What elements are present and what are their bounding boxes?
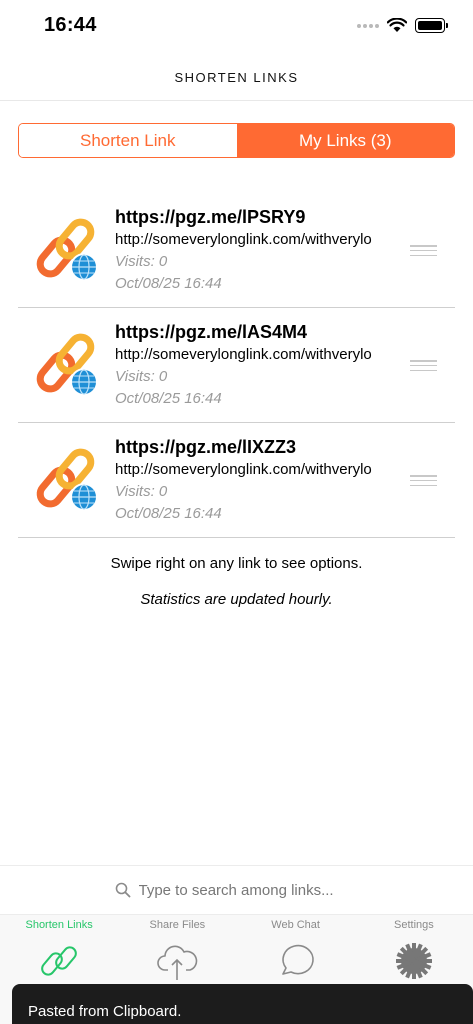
chat-bubble-icon bbox=[281, 944, 314, 975]
created-date: Oct/08/25 16:44 bbox=[115, 390, 222, 407]
chain-link-globe-icon bbox=[36, 448, 98, 511]
long-url: http://someverylonglink.com/withverylo bbox=[115, 346, 372, 363]
tab-label: Settings bbox=[394, 919, 434, 931]
segment-my-links[interactable]: My Links (3) bbox=[236, 124, 454, 157]
link-row[interactable]: https://pgz.me/lIXZZ3 http://someverylon… bbox=[18, 423, 455, 538]
visit-count: Visits: 0 bbox=[115, 483, 168, 500]
link-icon bbox=[41, 946, 77, 976]
nav-divider bbox=[0, 100, 473, 101]
tab-label: Share Files bbox=[149, 919, 206, 931]
status-icons bbox=[357, 18, 448, 33]
swipe-hint: Swipe right on any link to see options. bbox=[110, 555, 363, 572]
chain-link-globe-icon bbox=[36, 218, 98, 281]
link-details: https://pgz.me/lAS4M4 http://someverylon… bbox=[115, 320, 395, 410]
link-details: https://pgz.me/lPSRY9 http://someverylon… bbox=[115, 205, 395, 295]
link-list: https://pgz.me/lPSRY9 http://someverylon… bbox=[18, 193, 455, 538]
statistics-note: Statistics are updated hourly. bbox=[140, 591, 333, 608]
toast-message: Pasted from Clipboard. bbox=[28, 1003, 182, 1020]
gear-icon bbox=[395, 943, 432, 979]
short-url[interactable]: https://pgz.me/lIXZZ3 bbox=[115, 435, 395, 459]
search-bar bbox=[0, 865, 473, 915]
segmented-control: Shorten Link My Links (3) bbox=[18, 123, 455, 158]
created-date: Oct/08/25 16:44 bbox=[115, 275, 222, 292]
visit-count: Visits: 0 bbox=[115, 253, 168, 270]
short-url[interactable]: https://pgz.me/lAS4M4 bbox=[115, 320, 395, 344]
tab-label: Shorten Links bbox=[25, 919, 93, 931]
long-url: http://someverylonglink.com/withverylo bbox=[115, 461, 372, 478]
tab-label: Web Chat bbox=[271, 919, 320, 931]
segment-shorten-link[interactable]: Shorten Link bbox=[19, 124, 237, 157]
created-date: Oct/08/25 16:44 bbox=[115, 505, 222, 522]
battery-icon bbox=[415, 18, 448, 33]
link-details: https://pgz.me/lIXZZ3 http://someverylon… bbox=[115, 435, 395, 525]
long-url: http://someverylonglink.com/withverylo bbox=[115, 231, 372, 248]
search-input[interactable] bbox=[138, 881, 359, 899]
link-row[interactable]: https://pgz.me/lAS4M4 http://someverylon… bbox=[18, 308, 455, 423]
link-row[interactable]: https://pgz.me/lPSRY9 http://someverylon… bbox=[18, 193, 455, 308]
wifi-icon bbox=[387, 18, 407, 32]
cloud-upload-icon bbox=[157, 945, 198, 980]
short-url[interactable]: https://pgz.me/lPSRY9 bbox=[115, 205, 395, 229]
reorder-handle-icon[interactable] bbox=[410, 475, 437, 486]
cellular-signal-icon bbox=[357, 23, 379, 28]
reorder-handle-icon[interactable] bbox=[410, 245, 437, 256]
clipboard-toast: Pasted from Clipboard. bbox=[12, 984, 473, 1024]
visit-count: Visits: 0 bbox=[115, 368, 168, 385]
chain-link-globe-icon bbox=[36, 333, 98, 396]
status-bar: 16:44 bbox=[0, 0, 473, 56]
reorder-handle-icon[interactable] bbox=[410, 360, 437, 371]
page-title: SHORTEN LINKS bbox=[174, 70, 299, 85]
status-time: 16:44 bbox=[44, 14, 97, 36]
search-icon bbox=[115, 882, 130, 898]
